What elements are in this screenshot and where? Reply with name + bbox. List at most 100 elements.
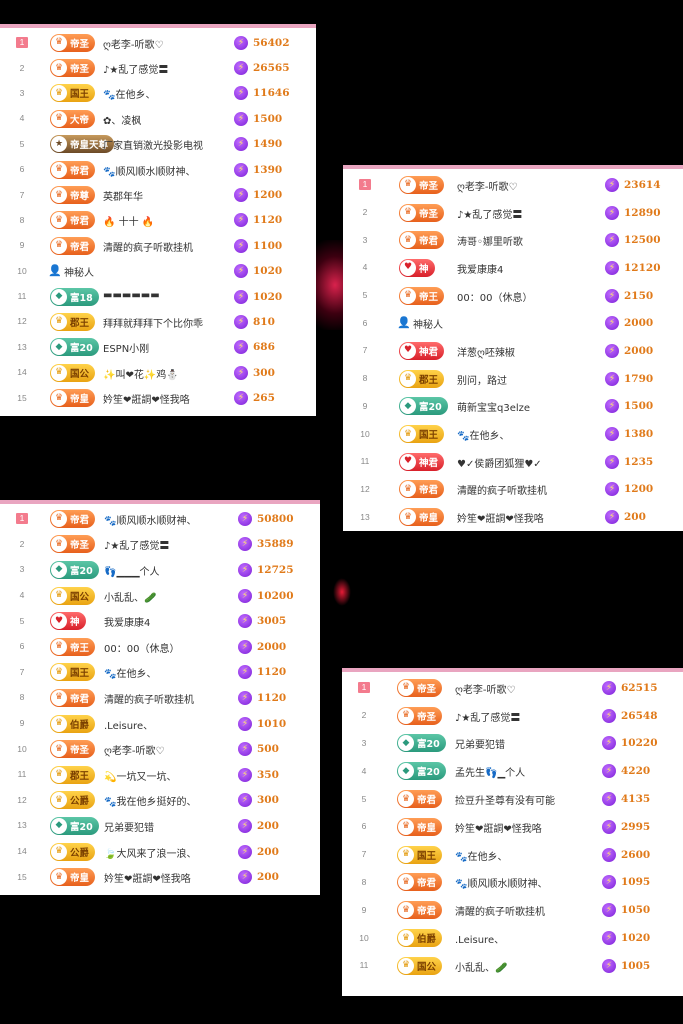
user-nickname[interactable]: ♥✓侯爵团狐狸♥✓ <box>457 455 601 470</box>
leaderboard-row[interactable]: 7 ♥ 神君 洋葱ღ呸辣椒 ⚡ 2000 <box>343 337 683 365</box>
leaderboard-row[interactable]: 4 ◆ 富20 孟先生👣▁个人 ⚡ 4220 <box>342 757 683 785</box>
user-nickname[interactable]: ♪★乱了感觉〓 <box>103 61 230 76</box>
leaderboard-row[interactable]: 11 ♥ 神君 ♥✓侯爵团狐狸♥✓ ⚡ 1235 <box>343 448 683 476</box>
user-nickname[interactable]: ღ老李-听歌♡ <box>455 681 598 696</box>
leaderboard-row[interactable]: 1 ♛ 帝君 🐾顺风顺水顺财神、 ⚡ 50800 <box>0 506 320 532</box>
user-nickname[interactable]: 厂家直销激光投影电视 <box>103 137 230 152</box>
leaderboard-row[interactable]: 15 ♛ 帝皇 妗笙❤誑詷❤怪我咯 ⚡ 265 <box>0 385 316 410</box>
user-nickname[interactable]: 🐾顺风顺水顺财神、 <box>103 163 230 178</box>
leaderboard-row[interactable]: 5 ♛ 帝君 捡豆升圣尊有没有可能 ⚡ 4135 <box>342 785 683 813</box>
user-nickname[interactable]: 👣▁▁▁个人 <box>104 563 234 578</box>
user-nickname[interactable]: 🐾我在他乡挺好的、 <box>104 793 234 808</box>
leaderboard-row[interactable]: 8 ♛ 帝君 🔥 十十 🔥 ⚡ 1120 <box>0 208 316 233</box>
leaderboard-row[interactable]: 3 ♛ 帝君 涛哥◦娜里听歌 ⚡ 12500 <box>343 226 683 254</box>
leaderboard-row[interactable]: 15 ♛ 帝皇 妗笙❤誑詷❤怪我咯 ⚡ 200 <box>0 864 320 890</box>
leaderboard-row[interactable]: 11 ♛ 郡王 💫一坑又一坑、 ⚡ 350 <box>0 762 320 788</box>
leaderboard-row[interactable]: 9 ♛ 帝君 清醒的疯子听歌挂机 ⚡ 1050 <box>342 896 683 924</box>
user-nickname[interactable]: 🔥 十十 🔥 <box>103 213 230 228</box>
user-nickname[interactable]: ♪★乱了感觉〓 <box>104 537 234 552</box>
leaderboard-row[interactable]: 1 ♛ 帝圣 ღ老李-听歌♡ ⚡ 56402 <box>0 30 316 55</box>
leaderboard-row[interactable]: 6 👤 神秘人 ⚡ 2000 <box>343 309 683 337</box>
user-nickname[interactable]: 妗笙❤誑詷❤怪我咯 <box>457 510 601 525</box>
user-nickname[interactable]: ESPN小刚 <box>103 340 230 355</box>
leaderboard-row[interactable]: 14 ♛ 公爵 🍃大风来了浪一浪、 ⚡ 200 <box>0 839 320 865</box>
user-nickname[interactable]: 英郡年华 <box>103 188 230 203</box>
leaderboard-row[interactable]: 8 ♛ 郡王 别问，路过 ⚡ 1790 <box>343 365 683 393</box>
leaderboard-row[interactable]: 3 ♛ 国王 🐾在他乡、 ⚡ 11646 <box>0 81 316 106</box>
leaderboard-row[interactable]: 4 ♛ 大帝 ✿、凌枫 ⚡ 1500 <box>0 106 316 131</box>
user-nickname[interactable]: 清醒的疯子听歌挂机 <box>455 903 598 918</box>
leaderboard-row[interactable]: 12 ♛ 帝君 清醒的疯子听歌挂机 ⚡ 1200 <box>343 476 683 504</box>
leaderboard-row[interactable]: 4 ♥ 神 我爱康康4 ⚡ 12120 <box>343 254 683 282</box>
leaderboard-row[interactable]: 7 ♛ 国王 🐾在他乡、 ⚡ 1120 <box>0 660 320 686</box>
user-nickname[interactable]: 涛哥◦娜里听歌 <box>457 233 601 248</box>
user-nickname[interactable]: 妗笙❤誑詷❤怪我咯 <box>103 391 230 406</box>
user-nickname[interactable]: 清醒的疯子听歌挂机 <box>457 482 601 497</box>
user-nickname[interactable]: .Leisure、 <box>104 717 234 732</box>
leaderboard-row[interactable]: 10 ♛ 伯爵 .Leisure、 ⚡ 1020 <box>342 924 683 952</box>
user-nickname[interactable]: 我爱康康4 <box>457 261 601 276</box>
user-nickname[interactable]: 🐾顺风顺水顺财神、 <box>104 512 234 527</box>
leaderboard-row[interactable]: 13 ◆ 富20 兄弟要犯错 ⚡ 200 <box>0 813 320 839</box>
user-nickname[interactable]: 🐾顺风顺水顺财神、 <box>455 875 598 890</box>
user-nickname[interactable]: ▬▬▬▬▬▬ <box>103 290 230 301</box>
user-nickname[interactable]: 孟先生👣▁个人 <box>455 764 598 779</box>
leaderboard-row[interactable]: 4 ♛ 国公 小乱乱、🥒 ⚡ 10200 <box>0 583 320 609</box>
user-nickname[interactable]: ღ老李-听歌♡ <box>457 178 601 193</box>
leaderboard-row[interactable]: 8 ♛ 帝君 清醒的疯子听歌挂机 ⚡ 1120 <box>0 685 320 711</box>
leaderboard-row[interactable]: 2 ♛ 帝圣 ♪★乱了感觉〓 ⚡ 26565 <box>0 55 316 80</box>
leaderboard-row[interactable]: 2 ♛ 帝圣 ♪★乱了感觉〓 ⚡ 35889 <box>0 532 320 558</box>
user-nickname[interactable]: 萌新宝宝q3elze <box>457 399 601 414</box>
user-nickname[interactable]: 小乱乱、🥒 <box>104 589 234 604</box>
leaderboard-row[interactable]: 12 ♛ 郡王 拜拜就拜拜下个比你乖 ⚡ 810 <box>0 309 316 334</box>
user-nickname[interactable]: 兄弟要犯错 <box>104 819 234 834</box>
user-nickname[interactable]: 00：00（休息） <box>457 289 601 304</box>
leaderboard-row[interactable]: 5 ★ 帝皇天尊 厂家直销激光投影电视 ⚡ 1490 <box>0 132 316 157</box>
leaderboard-row[interactable]: 8 ♛ 帝君 🐾顺风顺水顺财神、 ⚡ 1095 <box>342 869 683 897</box>
user-nickname[interactable]: ♪★乱了感觉〓 <box>457 206 601 221</box>
user-nickname[interactable]: 🐾在他乡、 <box>104 665 234 680</box>
leaderboard-row[interactable]: 10 👤 神秘人 ⚡ 1020 <box>0 259 316 284</box>
leaderboard-row[interactable]: 2 ♛ 帝圣 ♪★乱了感觉〓 ⚡ 12890 <box>343 199 683 227</box>
user-nickname[interactable]: 神秘人 <box>64 264 230 279</box>
leaderboard-row[interactable]: 6 ♛ 帝皇 妗笙❤誑詷❤怪我咯 ⚡ 2995 <box>342 813 683 841</box>
leaderboard-row[interactable]: 11 ◆ 富18 ▬▬▬▬▬▬ ⚡ 1020 <box>0 284 316 309</box>
leaderboard-row[interactable]: 6 ♛ 帝王 00：00（休息） ⚡ 2000 <box>0 634 320 660</box>
user-nickname[interactable]: 🐾在他乡、 <box>103 86 230 101</box>
user-nickname[interactable]: 🐾在他乡、 <box>457 427 601 442</box>
user-nickname[interactable]: 别问，路过 <box>457 372 601 387</box>
user-nickname[interactable]: 小乱乱、🥒 <box>455 959 598 974</box>
user-nickname[interactable]: .Leisure、 <box>455 931 598 946</box>
leaderboard-row[interactable]: 1 ♛ 帝圣 ღ老李-听歌♡ ⚡ 23614 <box>343 171 683 199</box>
leaderboard-row[interactable]: 9 ◆ 富20 萌新宝宝q3elze ⚡ 1500 <box>343 393 683 421</box>
leaderboard-row[interactable]: 10 ♛ 帝圣 ღ老李-听歌♡ ⚡ 500 <box>0 736 320 762</box>
leaderboard-row[interactable]: 14 ♛ 国公 ✨叫❤花✨鸡⛄ ⚡ 300 <box>0 360 316 385</box>
user-nickname[interactable]: 兄弟要犯错 <box>455 736 598 751</box>
leaderboard-row[interactable]: 7 ♛ 帝尊 英郡年华 ⚡ 1200 <box>0 182 316 207</box>
leaderboard-row[interactable]: 13 ♛ 帝皇 妗笙❤誑詷❤怪我咯 ⚡ 200 <box>343 503 683 531</box>
user-nickname[interactable]: 拜拜就拜拜下个比你乖 <box>103 315 230 330</box>
leaderboard-row[interactable]: 3 ◆ 富20 兄弟要犯错 ⚡ 10220 <box>342 730 683 758</box>
user-nickname[interactable]: ♪★乱了感觉〓 <box>455 709 598 724</box>
user-nickname[interactable]: 🍃大风来了浪一浪、 <box>104 845 234 860</box>
user-nickname[interactable]: 清醒的疯子听歌挂机 <box>104 691 234 706</box>
leaderboard-row[interactable]: 3 ◆ 富20 👣▁▁▁个人 ⚡ 12725 <box>0 557 320 583</box>
user-nickname[interactable]: 💫一坑又一坑、 <box>104 768 234 783</box>
user-nickname[interactable]: 清醒的疯子听歌挂机 <box>103 239 230 254</box>
user-nickname[interactable]: 00：00（休息） <box>104 640 234 655</box>
user-nickname[interactable]: ✨叫❤花✨鸡⛄ <box>103 366 230 381</box>
user-nickname[interactable]: ღ老李-听歌♡ <box>104 742 234 757</box>
user-nickname[interactable]: 妗笙❤誑詷❤怪我咯 <box>104 870 234 885</box>
user-nickname[interactable]: ✿、凌枫 <box>103 112 230 127</box>
leaderboard-row[interactable]: 13 ◆ 富20 ESPN小刚 ⚡ 686 <box>0 335 316 360</box>
user-nickname[interactable]: 神秘人 <box>413 316 601 331</box>
user-nickname[interactable]: 🐾在他乡、 <box>455 848 598 863</box>
user-nickname[interactable]: 我爱康康4 <box>104 614 234 629</box>
user-nickname[interactable]: 洋葱ღ呸辣椒 <box>457 344 601 359</box>
user-nickname[interactable]: 妗笙❤誑詷❤怪我咯 <box>455 820 598 835</box>
leaderboard-row[interactable]: 5 ♛ 帝王 00：00（休息） ⚡ 2150 <box>343 282 683 310</box>
leaderboard-row[interactable]: 6 ♛ 帝君 🐾顺风顺水顺财神、 ⚡ 1390 <box>0 157 316 182</box>
user-nickname[interactable]: ღ老李-听歌♡ <box>103 36 230 51</box>
leaderboard-row[interactable]: 9 ♛ 伯爵 .Leisure、 ⚡ 1010 <box>0 711 320 737</box>
leaderboard-row[interactable]: 2 ♛ 帝圣 ♪★乱了感觉〓 ⚡ 26548 <box>342 702 683 730</box>
